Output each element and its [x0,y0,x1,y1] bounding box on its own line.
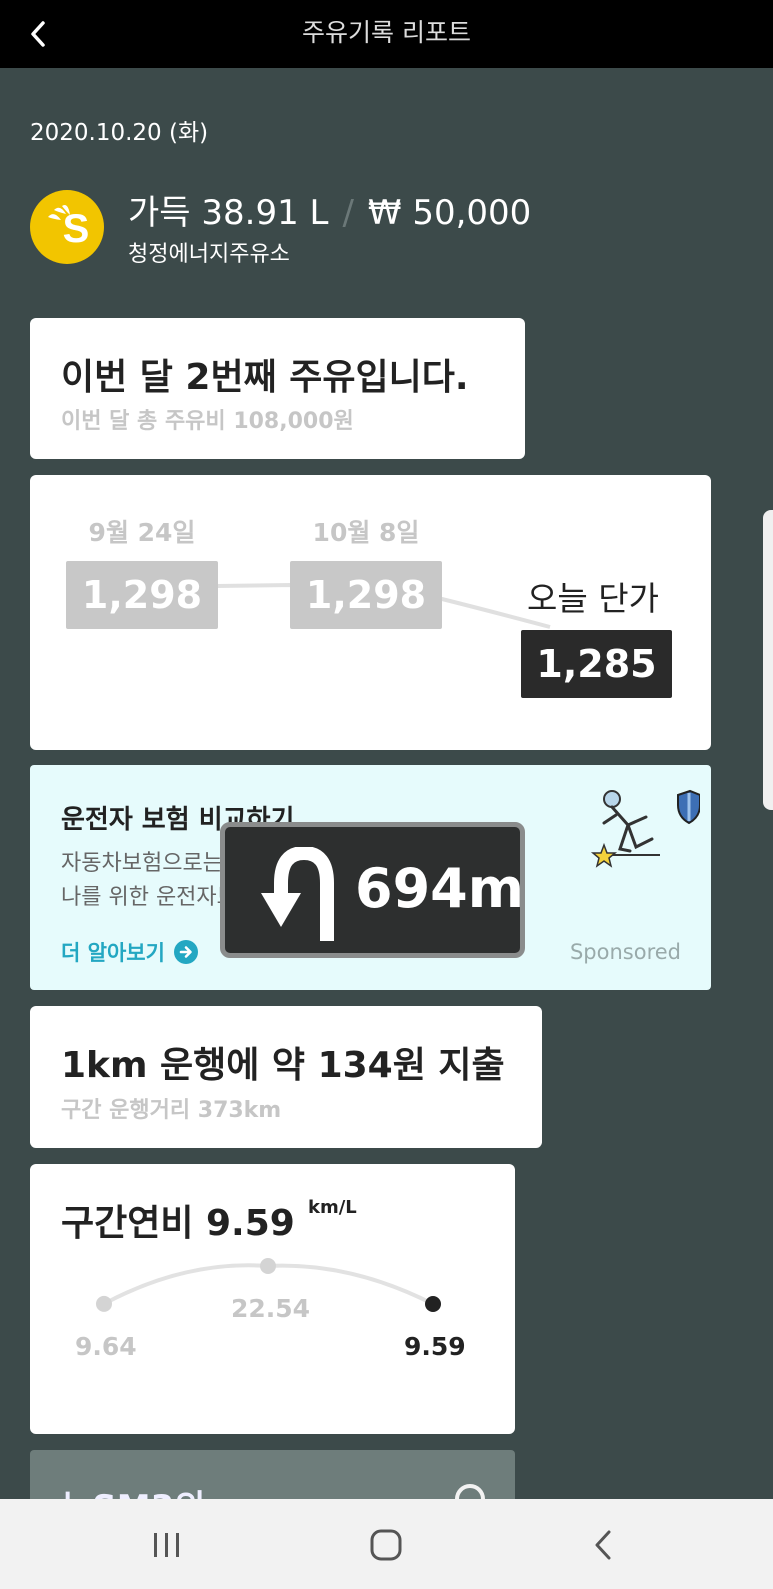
page-title: 주유기록 리포트 [302,18,471,47]
today-price-value: 1,285 [521,630,672,698]
recents-icon [154,1533,179,1557]
home-button[interactable] [356,1517,416,1573]
sponsored-label: Sponsored [569,940,681,964]
s-oil-logo: S [30,190,104,264]
efficiency-point-1 [96,1295,112,1312]
fill-date: 2020.10.20 (화) [30,120,209,146]
home-icon [370,1529,402,1561]
price-value-2: 1,298 [290,561,442,629]
system-back-button[interactable] [573,1517,633,1573]
efficiency-point-3 [425,1296,441,1312]
turn-distance: 694m [355,857,524,920]
system-navigation-bar [0,1499,773,1589]
monthly-fill-card: 이번 달 2번째 주유입니다. 이번 달 총 주유비 108,000원 [30,318,525,459]
monthly-subtitle: 이번 달 총 주유비 108,000원 [61,409,354,434]
back-icon [595,1530,611,1560]
station-name: 청정에너지주유소 [128,242,290,267]
distance-subtitle: 구간 운행거리 373km [61,1098,282,1123]
fill-price: ₩ 50,000 [367,193,532,233]
monthly-title: 이번 달 2번째 주유입니다. [61,357,469,398]
today-price-label: 오늘 단가 [527,579,659,618]
price-date-2: 10월 8일 [312,518,420,547]
fill-summary: 가득 38.91 L / ₩ 50,000 [128,185,531,234]
separator: / [342,193,354,233]
arrow-right-circle-icon [173,940,198,964]
efficiency-label-2: 22.54 [231,1294,311,1323]
recents-button[interactable] [137,1517,197,1573]
u-turn-left-icon [261,847,334,941]
learn-more-link[interactable]: 더 알아보기 [61,937,199,967]
unit-price-card: 9월 24일 1,298 10월 8일 1,298 오늘 단가 1,285 [30,475,711,750]
slip-accident-icon [590,789,700,868]
learn-more-label: 더 알아보기 [61,941,165,965]
price-date-1: 9월 24일 [88,518,196,547]
cost-per-km-title: 1km 운행에 약 134원 지출 [61,1045,505,1086]
efficiency-label-3: 9.59 [404,1332,466,1361]
edge-panel-handle[interactable] [763,510,773,810]
efficiency-point-2 [260,1258,276,1274]
cost-per-km-card: 1km 운행에 약 134원 지출 구간 운행거리 373km [30,1006,542,1148]
price-value-1: 1,298 [66,561,218,629]
svg-text:S: S [63,207,90,251]
efficiency-label-1: 9.64 [75,1332,137,1361]
fill-amount: 가득 38.91 L [128,193,329,233]
fuel-efficiency-card: 구간연비 9.59 km/L 9.64 22.54 9.59 [30,1164,515,1434]
navigation-overlay[interactable]: 694m [220,822,525,958]
top-bar: 주유기록 리포트 [0,0,773,68]
